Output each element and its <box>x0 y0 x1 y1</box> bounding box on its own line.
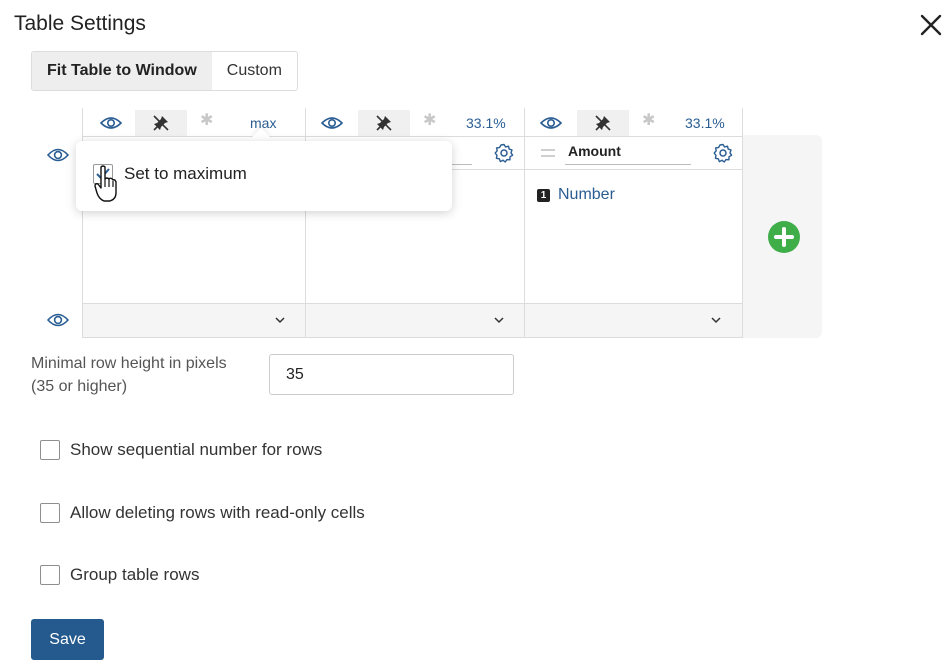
allow-deleting-rows-checkbox[interactable]: Allow deleting rows with read-only cells <box>40 503 365 523</box>
column-visibility-button[interactable] <box>85 110 137 136</box>
save-button[interactable]: Save <box>31 619 104 660</box>
tab-fit-table-to-window[interactable]: Fit Table to Window <box>32 52 212 90</box>
checkbox[interactable] <box>40 565 60 585</box>
column-width-value[interactable]: 33.1% <box>685 115 725 131</box>
column-field-label: Number <box>558 186 615 203</box>
width-popup: Set to maximum <box>76 141 452 211</box>
column-pin-button[interactable] <box>358 110 410 136</box>
gear-icon[interactable] <box>713 143 733 163</box>
column-field-item[interactable]: 1 Number <box>537 186 615 204</box>
column-name-underline <box>565 164 691 165</box>
add-column-button[interactable] <box>767 220 801 254</box>
check-icon <box>96 168 110 180</box>
chevron-down-icon[interactable] <box>493 314 505 326</box>
column-width-value[interactable]: 33.1% <box>466 115 506 131</box>
table-column-3: ✱ 33.1% Amount 1 Number <box>524 108 743 338</box>
close-icon[interactable] <box>918 12 944 38</box>
chevron-down-icon[interactable] <box>274 314 286 326</box>
column-toolbar: ✱ 33.1% <box>525 108 742 136</box>
column-footer <box>306 303 525 338</box>
column-pin-button[interactable] <box>135 110 187 136</box>
tab-custom[interactable]: Custom <box>212 52 297 90</box>
show-sequential-number-checkbox[interactable]: Show sequential number for rows <box>40 440 322 460</box>
group-table-rows-checkbox[interactable]: Group table rows <box>40 565 199 585</box>
column-toolbar: ✱ 33.1% <box>306 108 525 136</box>
set-to-maximum-checkbox[interactable] <box>93 164 113 184</box>
pin-off-icon <box>153 115 169 131</box>
column-visibility-button[interactable] <box>306 110 358 136</box>
checkbox[interactable] <box>40 503 60 523</box>
eye-icon[interactable] <box>46 312 70 328</box>
required-star-icon: ✱ <box>200 112 214 129</box>
checkbox[interactable] <box>40 440 60 460</box>
pin-off-icon <box>595 115 611 131</box>
eye-icon <box>540 117 562 129</box>
column-name[interactable]: Amount <box>568 143 621 159</box>
column-visibility-button[interactable] <box>525 110 577 136</box>
column-footer <box>525 303 742 338</box>
chevron-down-icon[interactable] <box>710 314 722 326</box>
set-to-maximum-label: Set to maximum <box>124 164 247 183</box>
column-header: Amount <box>525 136 742 170</box>
column-width-value[interactable]: max <box>250 115 276 131</box>
number-type-icon: 1 <box>537 188 550 202</box>
min-row-height-label: Minimal row height in pixels (35 or high… <box>31 355 227 395</box>
layout-tabs: Fit Table to Window Custom <box>31 51 298 91</box>
dialog-title: Table Settings <box>14 12 146 35</box>
min-row-height-input[interactable] <box>269 354 514 395</box>
column-footer <box>83 303 306 338</box>
required-star-icon: ✱ <box>642 112 656 129</box>
column-toolbar: ✱ max <box>83 108 306 136</box>
gear-icon[interactable] <box>494 143 514 163</box>
required-star-icon: ✱ <box>423 112 437 129</box>
checkbox-label: Show sequential number for rows <box>70 440 323 459</box>
pin-off-icon <box>376 115 392 131</box>
eye-icon[interactable] <box>46 147 70 163</box>
eye-icon <box>321 117 343 129</box>
column-pin-button[interactable] <box>577 110 629 136</box>
eye-icon <box>100 117 122 129</box>
checkbox-label: Group table rows <box>70 565 200 584</box>
checkbox-label: Allow deleting rows with read-only cells <box>70 503 365 522</box>
drag-handle-icon[interactable] <box>541 149 555 157</box>
